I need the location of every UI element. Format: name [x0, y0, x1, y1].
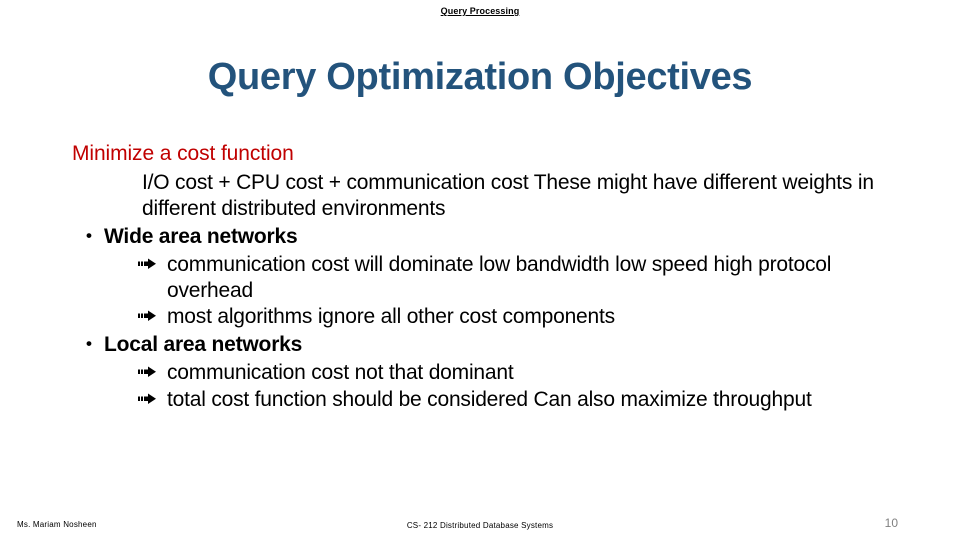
page-number: 10	[884, 516, 898, 530]
bullet-dot-icon: •	[86, 225, 92, 245]
list-item-label: communication cost will dominate low ban…	[167, 252, 832, 302]
slide-body: Minimize a cost function I/O cost + CPU …	[66, 140, 900, 413]
list-item-local-area-networks: • Local area networks	[66, 332, 900, 358]
list-item-label: total cost function should be considered…	[167, 387, 812, 411]
list-item-label: most algorithms ignore all other cost co…	[167, 305, 615, 329]
arrow-right-icon	[138, 361, 157, 385]
list-item-lan-communication-cost: communication cost not that dominant	[66, 360, 900, 386]
list-item-label: Local area networks	[104, 332, 303, 356]
list-item-wan-communication-cost: communication cost will dominate low ban…	[66, 252, 900, 303]
footer-course: CS- 212 Distributed Database Systems	[406, 521, 554, 530]
cost-function-detail: I/O cost + CPU cost + communication cost…	[142, 171, 874, 220]
slide-header-text: Query Processing	[440, 6, 520, 16]
slide-canvas: Query Processing Query Optimization Obje…	[0, 0, 960, 540]
arrow-right-icon	[138, 305, 157, 329]
slide-header: Query Processing	[0, 6, 960, 16]
arrow-right-icon	[138, 388, 157, 412]
list-item-label: communication cost not that dominant	[167, 361, 514, 385]
bullet-dot-icon: •	[86, 333, 92, 353]
lead-statement: Minimize a cost function	[72, 142, 294, 165]
list-item-label: Wide area networks	[104, 224, 298, 248]
list-item-wan-ignore-other-costs: most algorithms ignore all other cost co…	[66, 304, 900, 330]
list-item-wide-area-networks: • Wide area networks	[66, 224, 900, 250]
list-item-lan-total-cost-function: total cost function should be considered…	[66, 387, 900, 413]
arrow-right-icon	[138, 253, 157, 277]
page-title: Query Optimization Objectives	[207, 56, 753, 98]
